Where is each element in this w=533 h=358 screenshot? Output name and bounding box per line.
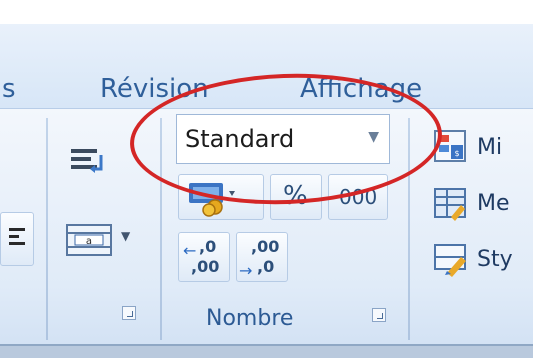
- merge-center-button[interactable]: a ▼: [60, 214, 140, 264]
- indent-button[interactable]: [0, 212, 34, 266]
- cell-styles-icon: [434, 244, 466, 277]
- merge-cells-icon: a: [66, 224, 112, 256]
- table-format-icon: [434, 188, 466, 221]
- arrow-right-icon: →: [239, 261, 253, 280]
- decrease-decimal-button[interactable]: ,00 → ,0: [236, 232, 288, 282]
- svg-text:a: a: [86, 236, 92, 247]
- lines-align-icon: [9, 228, 25, 245]
- group-label-nombre: Nombre: [206, 306, 294, 331]
- merge-dropdown-arrow-icon[interactable]: ▼: [121, 229, 130, 243]
- format-as-table-label: Me: [477, 191, 510, 216]
- increase-decimal-bottom-label: ,00: [191, 257, 220, 276]
- decrease-decimal-top-label: ,00: [251, 237, 280, 256]
- increase-decimal-button[interactable]: ← ,0 ,00: [178, 232, 230, 282]
- decrease-decimal-bottom-label: ,0: [257, 257, 275, 276]
- conditional-format-button[interactable]: $ Mi: [426, 122, 533, 172]
- tab-previous-partial[interactable]: s: [2, 74, 16, 104]
- increase-decimal-top-label: ,0: [199, 237, 217, 256]
- wrap-text-icon: [71, 149, 103, 173]
- wrap-text-button[interactable]: [60, 138, 118, 192]
- number-dialog-launcher-icon[interactable]: [372, 308, 386, 322]
- cell-styles-button[interactable]: Sty: [426, 236, 533, 284]
- svg-text:$: $: [454, 149, 459, 158]
- format-as-table-button[interactable]: Me: [426, 180, 533, 228]
- cell-styles-label: Sty: [477, 247, 513, 272]
- conditional-format-label: Mi: [477, 135, 503, 160]
- group-separator: [46, 118, 48, 340]
- alignment-dialog-launcher-icon[interactable]: [122, 306, 136, 320]
